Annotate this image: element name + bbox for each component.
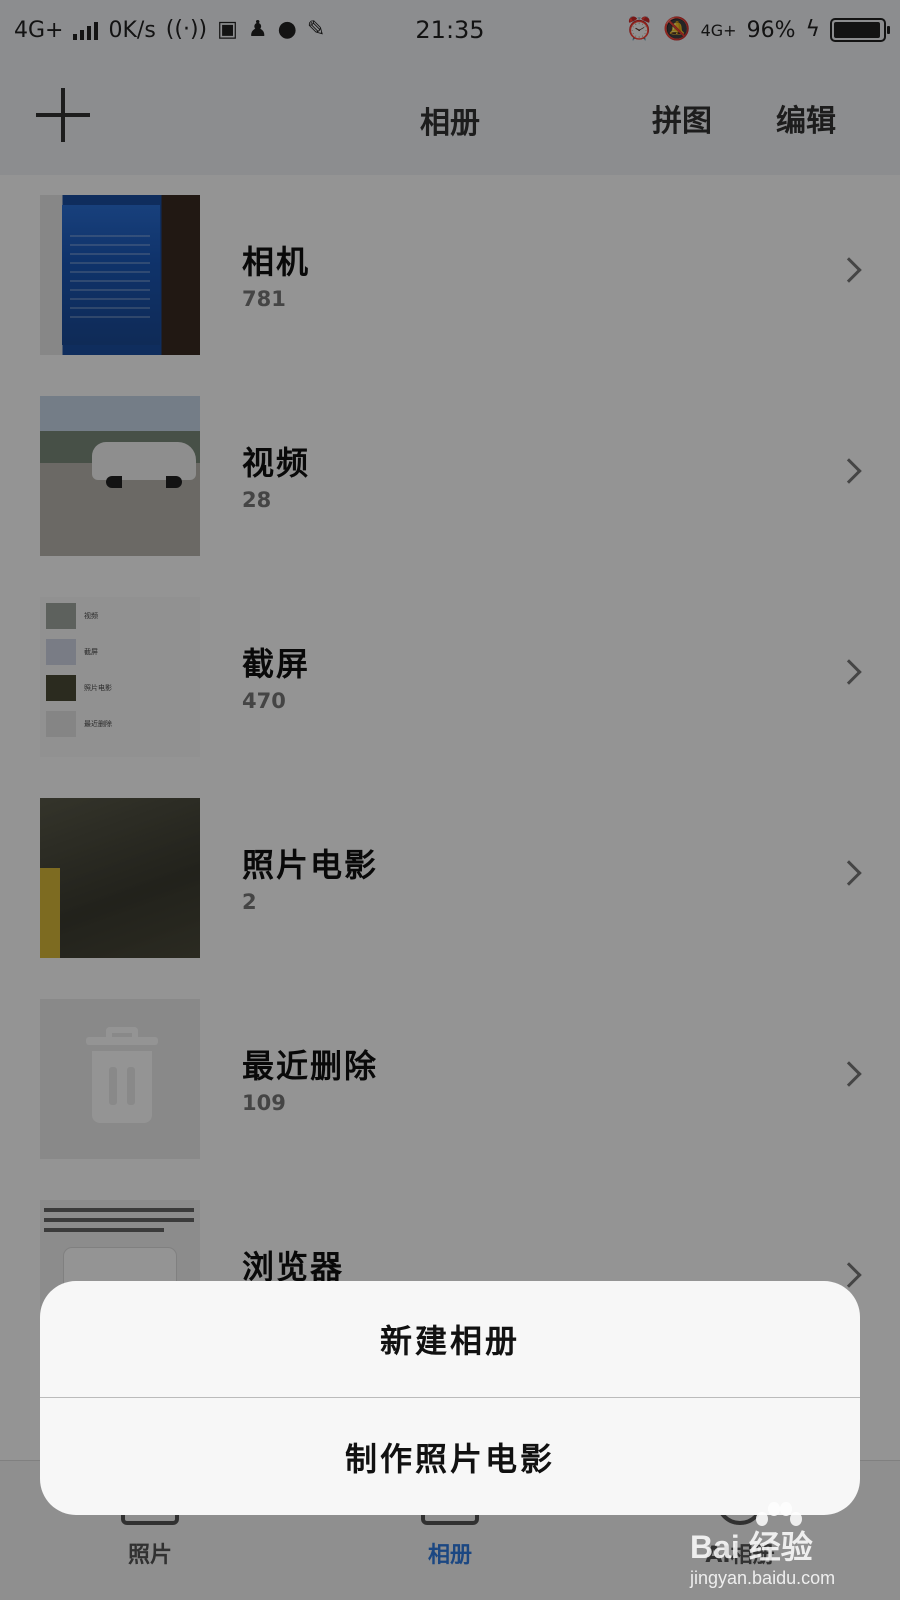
action-sheet: 新建相册 制作照片电影	[40, 1281, 860, 1515]
baidu-watermark: Bai 经验 jingyan.baidu.com	[690, 1502, 890, 1592]
watermark-url: jingyan.baidu.com	[690, 1568, 836, 1588]
make-photo-movie-button[interactable]: 制作照片电影	[40, 1398, 860, 1515]
watermark-brand: Bai 经验	[690, 1529, 813, 1565]
new-album-button[interactable]: 新建相册	[40, 1281, 860, 1397]
